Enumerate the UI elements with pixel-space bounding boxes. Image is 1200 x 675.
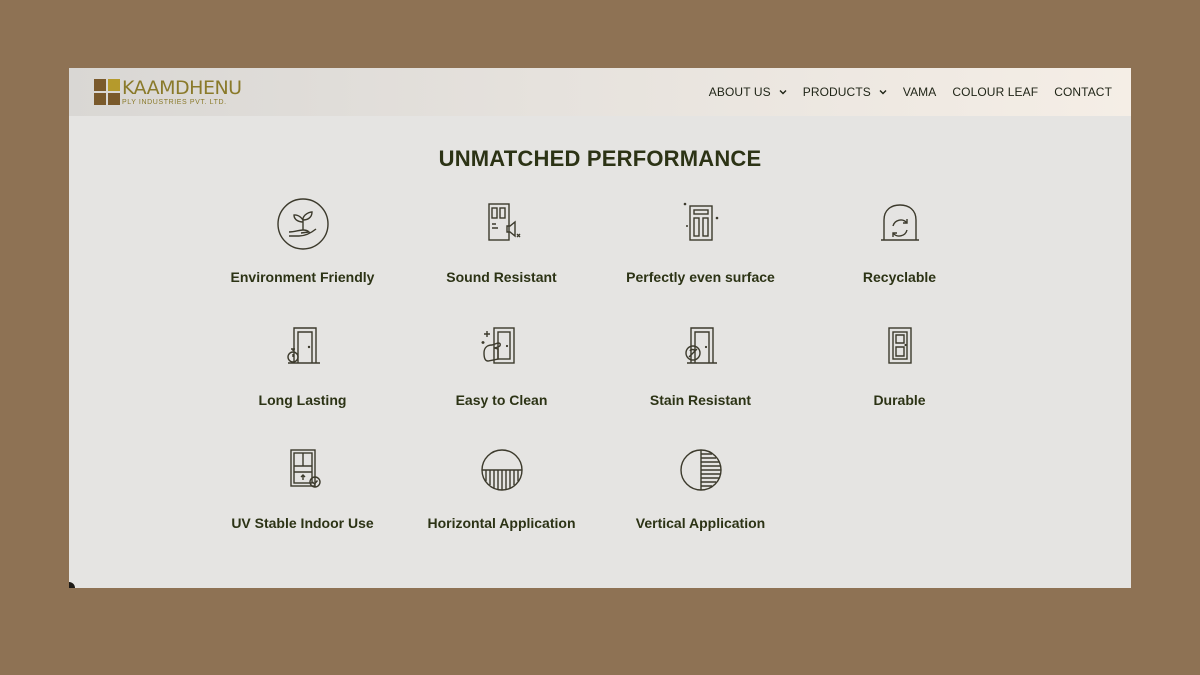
nav-item-contact[interactable]: CONTACT: [1054, 85, 1112, 99]
feature-sound-resistant: Sound Resistant: [402, 196, 601, 285]
logo-mark-icon: [94, 79, 120, 105]
section-title: UNMATCHED PERFORMANCE: [438, 146, 762, 171]
feature-horizontal-application: Horizontal Application: [402, 442, 601, 531]
door-stopwatch-icon: [286, 327, 320, 364]
feature-stain-resistant: Stain Resistant: [601, 319, 800, 408]
feature-label: Horizontal Application: [427, 515, 576, 531]
plant-in-hand-icon: [276, 198, 329, 250]
brand-name: KAAMDHENU: [122, 77, 242, 99]
feature-easy-to-clean: Easy to Clean: [402, 319, 601, 408]
nav-item-about-us[interactable]: ABOUT US: [709, 85, 787, 99]
feature-uv-stable-indoor-use: UV Stable Indoor Use: [203, 442, 402, 531]
door-wipe-icon: [481, 327, 515, 364]
feature-environment-friendly: Environment Friendly: [203, 196, 402, 285]
brand-subtitle: PLY INDUSTRIES PVT. LTD.: [122, 99, 227, 106]
feature-durable: Durable: [800, 319, 999, 408]
sparkling-door-icon: [683, 202, 718, 241]
browser-viewport: KAAMDHENU PLY INDUSTRIES PVT. LTD. ABOUT…: [69, 68, 1131, 588]
door-sound-mute-icon: [487, 203, 520, 241]
feature-label: Stain Resistant: [649, 392, 752, 408]
main-nav: ABOUT US PRODUCTS VAMA COLOUR LEAF CONTA…: [693, 68, 1112, 116]
nav-item-colour-leaf[interactable]: COLOUR LEAF: [952, 85, 1038, 99]
feature-label: Vertical Application: [635, 515, 766, 531]
window-check-icon: [289, 449, 321, 488]
feature-label: UV Stable Indoor Use: [231, 515, 374, 531]
feature-recyclable: Recyclable: [800, 196, 999, 285]
door-panel-icon: [887, 327, 912, 364]
feature-vertical-application: Vertical Application: [601, 442, 800, 531]
feature-long-lasting: Long Lasting: [203, 319, 402, 408]
nav-item-vama[interactable]: VAMA: [903, 85, 937, 99]
feature-label: Perfectly even surface: [626, 269, 775, 285]
chevron-down-icon: [779, 90, 787, 95]
feature-label: Sound Resistant: [446, 269, 557, 285]
horizontal-lines-circle-icon: [480, 449, 523, 491]
vertical-lines-circle-icon: [679, 449, 722, 491]
feature-label: Recyclable: [862, 269, 937, 285]
site-header: KAAMDHENU PLY INDUSTRIES PVT. LTD. ABOUT…: [69, 68, 1131, 116]
feature-perfectly-even-surface: Perfectly even surface: [601, 196, 800, 285]
feature-label: Easy to Clean: [455, 392, 548, 408]
door-stain-icon: [684, 327, 717, 364]
feature-label: Environment Friendly: [230, 269, 375, 285]
feature-label: Durable: [873, 392, 926, 408]
chevron-down-icon: [879, 90, 887, 95]
recycle-arch-icon: [880, 204, 919, 241]
feature-label: Long Lasting: [258, 392, 347, 408]
nav-item-products[interactable]: PRODUCTS: [803, 85, 887, 99]
brand-logo[interactable]: KAAMDHENU PLY INDUSTRIES PVT. LTD.: [94, 79, 242, 107]
